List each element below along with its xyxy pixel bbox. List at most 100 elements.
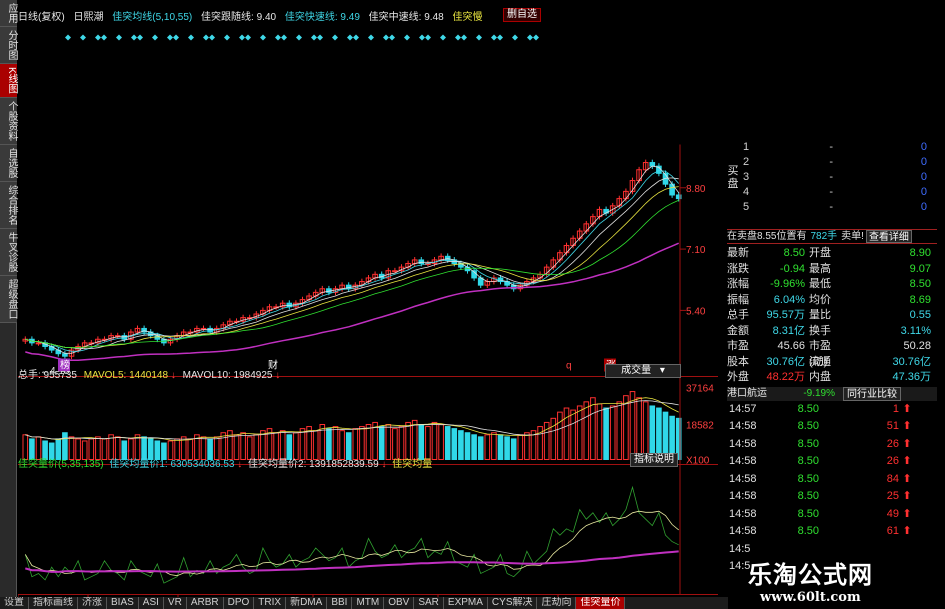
indicator-tab[interactable]: 设置 — [0, 597, 29, 609]
indicator-tab[interactable]: MTM — [352, 597, 385, 609]
quote-label: 均价 — [809, 293, 831, 306]
candle-body — [35, 342, 42, 345]
indicator-help-button[interactable]: 指标说明 — [630, 453, 678, 467]
indicator-tab[interactable]: 指标画线 — [29, 597, 78, 609]
avg-vol-price-1-arrow: ↓ — [237, 459, 243, 470]
side-tab-apps[interactable]: 应用 — [0, 0, 17, 27]
volume-bar — [438, 424, 444, 460]
watermark-title: 乐淘公式网 — [748, 561, 873, 589]
side-tab-intraday[interactable]: 分时图 — [0, 27, 17, 64]
volume-bar — [405, 421, 411, 460]
indicator-tab[interactable]: CYS解决 — [488, 597, 538, 609]
tick-time: 14:58 — [729, 507, 757, 520]
sector-compare-button[interactable]: 同行业比较 — [843, 386, 901, 401]
indicator-tab[interactable]: DPO — [224, 597, 255, 609]
indicator-tab[interactable]: 济涨 — [78, 597, 107, 609]
side-tab-ranking[interactable]: 综合排名 — [0, 181, 17, 229]
order-book-row: 1-0 — [743, 141, 927, 153]
volume-bar — [570, 409, 576, 460]
signal-diamond — [260, 34, 266, 41]
indicator-tab[interactable]: TRIX — [254, 597, 287, 609]
alert-type: 卖单! — [841, 231, 864, 242]
volume-bar — [510, 438, 517, 461]
avg-vol-price-1: 佳突均量价1: 630534036.53 — [109, 459, 235, 470]
up-arrow-icon: ⬆ — [902, 507, 912, 520]
indicator-tab[interactable]: 庄劫向 — [537, 597, 577, 609]
side-tab-diagnosis[interactable]: 牛叉诊股 — [0, 228, 17, 276]
tick-price: 8.50 — [797, 420, 819, 432]
indicator-tab[interactable]: ARBR — [187, 597, 224, 609]
up-arrow-icon: ⬆ — [902, 472, 912, 485]
tick-list[interactable]: 14:57 8.50 1 ⬆ 14:58 8.50 51 ⬆ 14:58 8.50 26 ⬆ 14:58… — [727, 401, 937, 576]
signal-diamond — [281, 34, 287, 41]
avg-vol-price-1-line — [24, 510, 679, 577]
quote-row: 最新 8.50 开盘 8.90 — [727, 246, 937, 262]
indicator-tab[interactable]: ASI — [139, 597, 164, 609]
signal-diamond — [173, 34, 179, 41]
signal-diamond — [296, 34, 302, 41]
signal-diamond — [404, 34, 410, 41]
signal-diamond — [317, 34, 323, 41]
volume-bar — [563, 407, 570, 461]
up-arrow-icon: ⬆ — [902, 402, 912, 415]
volume-axis-label: X100 — [686, 456, 710, 467]
side-tab-kline[interactable]: K线图 — [0, 64, 17, 98]
indicator-tab[interactable]: BIAS — [107, 597, 139, 609]
volume-axis-label: 37164 — [686, 384, 714, 395]
candle-body — [62, 353, 68, 357]
volume-bar — [550, 417, 557, 460]
side-tab-profile[interactable]: 个股资料 — [0, 97, 17, 145]
kline-chart[interactable]: ←4.13榜财q涨 8.807.105.403716418582X1000102… — [18, 22, 718, 609]
indicator-header: 佳突量价(5,35,135) 佳突均量价1: 630534036.53 ↓ 佳突… — [18, 455, 432, 470]
quote-row: 振幅 6.04% 均价 8.69 — [727, 293, 937, 309]
indicator-tab[interactable]: 佳突量价 — [576, 597, 626, 609]
indicator-tab[interactable]: 新DMA — [286, 597, 328, 609]
quote-row: 涨跌 -0.94 最高 9.07 — [727, 262, 937, 278]
delete-watchlist-button[interactable]: 删自选 — [503, 8, 541, 22]
tick-price: 8.50 — [797, 455, 819, 467]
quote-grid: 最新 8.50 开盘 8.90 涨跌 -0.94 最高 9.07 涨幅 -9.96% 最低 8.50 振… — [727, 244, 937, 386]
vol-price-line — [24, 485, 679, 584]
quote-label: 换手 — [809, 324, 831, 337]
signal-diamond — [224, 34, 230, 41]
quote-label: 市盈 — [727, 340, 749, 352]
side-tab-watchlist[interactable]: 自选股 — [0, 144, 17, 182]
signal-diamond — [332, 34, 338, 41]
y-tick-label: 8.80 — [686, 184, 706, 195]
volume-bar — [649, 405, 656, 460]
quote-row: 总手 95.57万 量比 0.55 — [727, 308, 937, 324]
view-detail-button[interactable]: 查看详细 — [865, 230, 912, 243]
up-arrow-icon: ⬆ — [902, 525, 912, 537]
chart-period-label[interactable]: 日线(复权) — [18, 12, 65, 22]
indicator-tab[interactable]: EXPMA — [444, 597, 488, 609]
side-tab-super-board[interactable]: 超级盘口 — [0, 275, 17, 323]
quote-label: 开盘 — [809, 247, 831, 259]
quote-row: 涨幅 -9.96% 最低 8.50 — [727, 277, 937, 293]
up-arrow-icon: ⬆ — [902, 490, 912, 502]
order-book-row: 5-0 — [743, 201, 927, 213]
quote-label: 内盘 — [809, 371, 831, 383]
buy-side-label: 买盘 — [727, 165, 739, 190]
tick-time: 14:58 — [729, 490, 757, 502]
signal-diamond — [419, 34, 425, 41]
indicator-tab[interactable]: VR — [164, 597, 187, 609]
signal-diamond — [209, 34, 215, 41]
signal-diamond — [368, 34, 374, 41]
indicator-tab[interactable]: SAR — [414, 597, 444, 609]
signal-diamond — [152, 34, 158, 41]
tick-volume: 84 — [886, 472, 899, 485]
quote-label: 涨跌 — [727, 262, 749, 275]
volume-selector-button[interactable]: 成交量 ▾ — [605, 364, 681, 378]
mavol10-value: MAVOL10: 1984925 — [182, 370, 273, 381]
volume-bar — [616, 401, 623, 460]
watermark-url: www.60lt.com — [760, 590, 861, 605]
quote-value: 30.76亿 — [766, 355, 805, 368]
indicator-tab[interactable]: BBI — [327, 597, 353, 609]
candle-body — [649, 162, 656, 167]
up-arrow-icon: ⬆ — [902, 420, 912, 432]
tick-price: 8.50 — [797, 507, 819, 520]
indicator-tab[interactable]: OBV — [384, 597, 415, 609]
sector-name[interactable]: 港口航运 — [727, 387, 777, 401]
quote-label: 最新 — [727, 247, 749, 259]
indicator-tab-bar: 设置 指标画线 济涨 BIAS ASI VR ARBR DPO TRIX 新DMA BBI MTM OB… — [0, 597, 728, 609]
